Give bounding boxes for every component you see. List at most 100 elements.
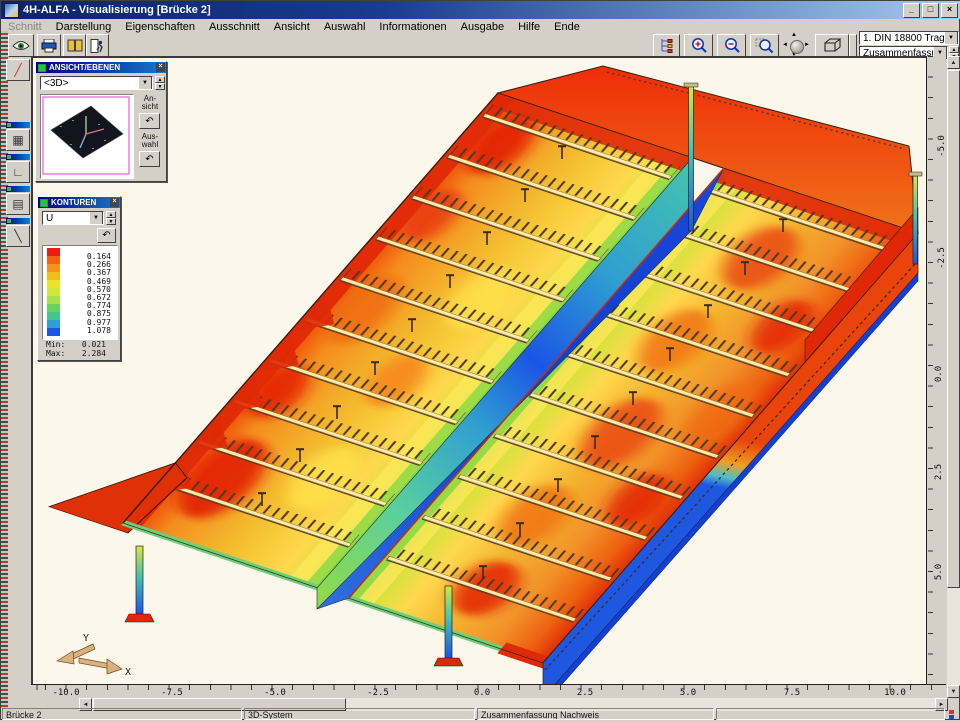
legend-value: 0.672	[69, 293, 111, 301]
exit-button[interactable]	[86, 34, 109, 57]
zoom-window-button[interactable]	[750, 34, 779, 57]
component-spinner[interactable]: ▲ ▼	[106, 211, 116, 225]
view-spinner-up-icon[interactable]: ▲	[155, 76, 165, 83]
component-spinner-up-icon[interactable]: ▲	[106, 211, 116, 218]
minimize-icon[interactable]: _	[903, 3, 920, 18]
menu-item-ende[interactable]: Ende	[547, 21, 587, 33]
kontur-panel-close-icon[interactable]: ×	[110, 198, 119, 207]
status-project: Brücke 2	[2, 708, 242, 720]
h-ruler-label: -10.0	[52, 688, 79, 698]
vertical-scrollbar[interactable]: ▲ ▼	[947, 56, 960, 698]
pan-right-icon[interactable]: ►	[804, 42, 810, 48]
legend-value: 0.164	[69, 252, 111, 260]
legend-swatches	[47, 248, 60, 336]
axes-icon: ∟	[12, 165, 24, 179]
print-button[interactable]	[37, 34, 61, 57]
apply-arrow-icon: ↶	[145, 116, 153, 127]
zoom-in-icon	[690, 37, 708, 54]
menu-item-ausschnitt[interactable]: Ausschnitt	[202, 21, 267, 33]
docked-panel-bar-2[interactable]	[6, 154, 30, 160]
legend-value: 0.570	[69, 285, 111, 293]
structure-tree-button[interactable]	[653, 34, 680, 57]
view-eye-button[interactable]	[8, 34, 34, 57]
docked-panel-bar-4[interactable]	[6, 218, 30, 224]
kontur-apply-button[interactable]: ↶	[97, 228, 116, 243]
status-system: 3D-System	[244, 708, 475, 720]
view-spinner[interactable]: ▲ ▼	[155, 76, 165, 90]
title-bar[interactable]: 4H-ALFA - Visualisierung [Brücke 2] _ □ …	[1, 1, 960, 19]
pan-left-icon[interactable]: ◄	[782, 42, 788, 48]
mesh-grid-icon: ▦	[12, 133, 23, 147]
auswahl-apply-button[interactable]: ↶	[139, 151, 160, 167]
axes-panel-button[interactable]: ∟	[6, 161, 30, 183]
horizontal-ruler: -10.0 -7.5 -5.0 -2.5 0.0 2.5 5.0 7.5 10.…	[31, 684, 946, 698]
pan-up-icon[interactable]: ▲	[791, 32, 797, 38]
mesh-panel-button[interactable]: ▦	[6, 129, 30, 151]
h-ruler-label: -5.0	[264, 688, 286, 698]
v-ruler-label: 0.0	[934, 366, 944, 382]
draw-mode-button[interactable]: ╱	[6, 59, 30, 81]
nachweis-dropdown-icon[interactable]: ▼	[944, 31, 958, 45]
kontur-panel-title: KONTUREN	[51, 198, 96, 207]
legend-swatch	[47, 312, 60, 320]
printer-icon	[41, 39, 57, 53]
zoom-in-button[interactable]	[684, 34, 713, 57]
menu-item-informationen[interactable]: Informationen	[372, 21, 453, 33]
legend-value: 0.875	[69, 309, 111, 317]
preview-thumbnail	[42, 96, 130, 175]
projection-dropdown[interactable]	[849, 34, 857, 57]
menu-item-hilfe[interactable]: Hilfe	[511, 21, 547, 33]
application-window: 4H-ALFA - Visualisierung [Brücke 2] _ □ …	[0, 0, 960, 720]
menu-item-ausgabe[interactable]: Ausgabe	[454, 21, 511, 33]
component-spinner-down-icon[interactable]: ▼	[106, 218, 116, 225]
zoom-out-button[interactable]	[717, 34, 746, 57]
view-spinner-down-icon[interactable]: ▼	[155, 83, 165, 90]
h-ruler-label: 7.5	[784, 688, 800, 698]
book-icon	[67, 39, 83, 52]
status-extra	[716, 708, 945, 720]
max-label: Max:	[46, 349, 65, 358]
legend-swatch	[47, 304, 60, 312]
docked-panel-bar-3[interactable]	[6, 186, 30, 192]
v-scroll-thumb[interactable]	[947, 70, 960, 588]
h-ruler-label: -7.5	[161, 688, 183, 698]
help-book-button[interactable]	[63, 34, 86, 57]
app-icon	[4, 3, 19, 18]
maximize-icon[interactable]: □	[922, 3, 939, 18]
legend-value: 0.367	[69, 268, 111, 276]
scroll-down-icon[interactable]: ▼	[947, 685, 960, 698]
view-panel-close-icon[interactable]: ×	[156, 63, 165, 72]
close-icon[interactable]: ×	[941, 3, 958, 18]
docked-panel-bar-1[interactable]	[6, 122, 30, 128]
legend-value: 1.078	[69, 326, 111, 334]
component-combo[interactable]: U ▼	[42, 211, 104, 225]
menu-item-auswahl[interactable]: Auswahl	[317, 21, 373, 33]
view-combo[interactable]: <3D> ▼	[40, 76, 153, 90]
menu-item-eigenschaften[interactable]: Eigenschaften	[118, 21, 202, 33]
plate-panel-button[interactable]: ▤	[6, 193, 30, 215]
menu-item-ansicht[interactable]: Ansicht	[267, 21, 317, 33]
kontur-panel-titlebar[interactable]: KONTUREN ×	[38, 197, 120, 208]
menu-item-darstellung[interactable]: Darstellung	[49, 21, 119, 33]
pan-ball[interactable]	[790, 40, 804, 54]
legend-swatch	[47, 248, 60, 256]
pen-panel-button[interactable]: ╲	[6, 225, 30, 247]
menu-item-schnitt: Schnitt	[1, 21, 49, 33]
auswahl-label: Aus-wahl	[136, 133, 164, 149]
h-ruler-label: 5.0	[680, 688, 696, 698]
view-dropdown-icon[interactable]: ▼	[138, 76, 152, 90]
pencil-icon: ╱	[14, 63, 21, 77]
view-preview[interactable]	[40, 94, 134, 179]
nachweis-combo[interactable]: 1. DIN 18800 Tragfähigkeit (Th ▼	[859, 31, 959, 45]
spinner-up-icon[interactable]: ▲	[949, 46, 959, 53]
ansicht-apply-button[interactable]: ↶	[139, 113, 160, 129]
projection-cube-button[interactable]	[815, 34, 849, 57]
component-dropdown-icon[interactable]: ▼	[89, 211, 103, 225]
scroll-up-icon[interactable]: ▲	[947, 56, 960, 69]
view-panel-titlebar[interactable]: ANSICHT/EBENEN ×	[36, 62, 166, 73]
legend-value: 0.469	[69, 277, 111, 285]
zoom-out-icon	[723, 37, 741, 54]
apply-arrow-icon: ↶	[145, 154, 153, 165]
cube-icon	[820, 38, 844, 54]
status-indicator-icon	[949, 710, 955, 719]
